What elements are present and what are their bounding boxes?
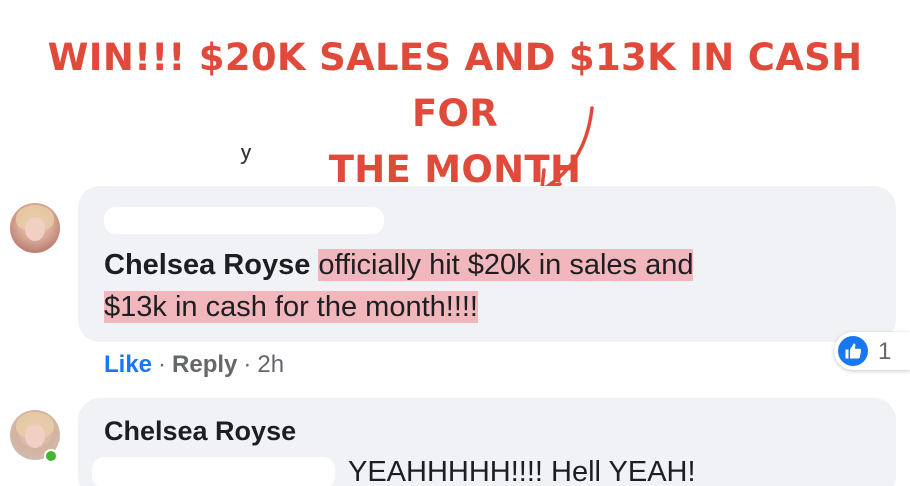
- redacted-text: [92, 457, 335, 486]
- reaction-summary[interactable]: 1: [834, 332, 910, 370]
- comment-actions: Like · Reply · 2h: [104, 351, 284, 379]
- separator: ·: [243, 351, 252, 378]
- highlighted-text-line-1: officially hit $20k in sales and: [318, 249, 694, 281]
- timestamp[interactable]: 2h: [257, 351, 284, 378]
- avatar[interactable]: [10, 203, 60, 253]
- online-status-icon: [44, 449, 58, 463]
- highlighted-text-line-2: $13k in cash for the month!!!!: [104, 291, 478, 323]
- cropped-char: y: [240, 148, 252, 165]
- headline: WIN!!! $20K SALES AND $13K IN CASH FOR T…: [0, 30, 910, 198]
- thumbs-up-icon: [838, 336, 868, 366]
- comment-text: Chelsea Royse officially hit $20k in sal…: [104, 244, 864, 328]
- comment-text: YEAHHHHH!!!! Hell YEAH!: [348, 456, 696, 486]
- headline-line-1: WIN!!! $20K SALES AND $13K IN CASH FOR: [47, 36, 863, 135]
- like-button[interactable]: Like: [104, 351, 152, 378]
- reaction-count: 1: [878, 338, 892, 365]
- comment-author[interactable]: Chelsea Royse: [104, 416, 296, 447]
- comment-author[interactable]: Chelsea Royse: [104, 249, 310, 281]
- redacted-text: [104, 207, 384, 234]
- arrow-annotation: [540, 106, 594, 190]
- reply-button[interactable]: Reply: [172, 351, 237, 378]
- cropped-previous-text: y: [180, 148, 290, 174]
- separator: ·: [158, 351, 167, 378]
